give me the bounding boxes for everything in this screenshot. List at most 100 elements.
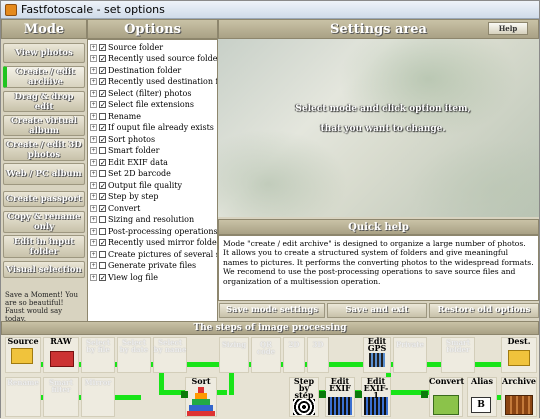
option-item[interactable]: + ✓ View log file (90, 272, 158, 282)
option-checkbox[interactable]: ✓ (99, 89, 106, 97)
expand-icon[interactable]: + (90, 89, 97, 97)
option-item[interactable]: + Rename (90, 111, 141, 121)
option-checkbox[interactable]: ✓ (99, 43, 106, 51)
mode-button-0[interactable]: View photos (3, 43, 85, 63)
option-checkbox[interactable]: ✓ (99, 101, 106, 109)
option-item[interactable]: + Smart folder (90, 146, 159, 156)
option-item[interactable]: + ✓ Destination folder (90, 65, 181, 75)
expand-icon[interactable]: + (90, 216, 97, 223)
expand-icon[interactable]: + (90, 101, 97, 108)
expand-icon[interactable]: + (90, 66, 97, 74)
option-label: Convert (108, 203, 141, 213)
mode-button-2[interactable]: Drag & drop edit (3, 91, 85, 112)
archive-shelf-icon (505, 395, 533, 415)
option-item[interactable]: + Generate private files (90, 261, 196, 271)
option-checkbox[interactable] (99, 147, 106, 154)
step-sizing-label: Sizing (221, 340, 247, 349)
expand-icon[interactable]: + (90, 170, 97, 177)
expand-icon[interactable]: + (90, 55, 97, 62)
option-label: If ouput file already exists (108, 123, 214, 132)
expand-icon[interactable]: + (90, 239, 97, 246)
settings-area: Select mode and click option item, that … (218, 39, 539, 217)
expand-icon[interactable]: + (90, 227, 97, 235)
option-item[interactable]: + ✓ If ouput file already exists (90, 123, 214, 133)
option-checkbox[interactable]: ✓ (99, 193, 106, 201)
option-checkbox[interactable] (99, 216, 106, 223)
option-checkbox[interactable] (99, 250, 106, 258)
option-label: View log file (108, 272, 158, 282)
expand-icon[interactable]: + (90, 181, 97, 189)
option-item[interactable]: + ✓ Select (filter) photos (90, 88, 191, 98)
option-checkbox[interactable] (99, 227, 106, 235)
option-checkbox[interactable]: ✓ (99, 55, 106, 63)
option-item[interactable]: + ✓ Source folder (90, 42, 163, 52)
option-item[interactable]: + ✓ Convert (90, 203, 140, 213)
expand-icon[interactable]: + (90, 124, 97, 131)
expand-icon[interactable]: + (90, 158, 97, 166)
step-3d-label: 3D (312, 340, 324, 349)
mode-button-7[interactable]: Copy & rename only (3, 211, 85, 233)
expand-icon[interactable]: + (90, 273, 97, 281)
option-item[interactable]: + ✓ Sort photos (90, 134, 155, 144)
mode-button-5[interactable]: Web / PC album (3, 163, 85, 185)
option-checkbox[interactable]: ✓ (99, 135, 106, 143)
mode-button-3[interactable]: Create virtual album (3, 115, 85, 136)
option-checkbox[interactable]: ✓ (99, 273, 106, 281)
mode-button-1[interactable]: Create / edit archive (3, 66, 85, 88)
option-item[interactable]: + Set 2D barcode (90, 169, 171, 179)
option-item[interactable]: + ✓ Edit EXIF data (90, 157, 168, 167)
step-smart-filter-label: Smart filter (49, 378, 73, 394)
option-checkbox[interactable]: ✓ (99, 124, 106, 132)
option-checkbox[interactable] (99, 170, 106, 177)
mode-button-6[interactable]: Create passport (3, 191, 85, 207)
option-label: Set 2D barcode (108, 169, 171, 178)
expand-icon[interactable]: + (90, 147, 97, 154)
option-item[interactable]: +✓Recently used destination folde (90, 77, 217, 87)
mode-button-8[interactable]: Edit in input folder (3, 235, 85, 258)
flow-node (181, 391, 188, 398)
restore-old-options-button[interactable]: Restore old options (429, 303, 539, 318)
mode-button-4[interactable]: Create / edit 3D photos (3, 138, 85, 161)
expand-icon[interactable]: + (90, 250, 97, 258)
flow-node (355, 391, 362, 398)
mode-note: Save a Moment! You are so beautiful! Fau… (5, 291, 78, 323)
option-label: Output file quality (108, 180, 183, 190)
option-checkbox[interactable]: ✓ (99, 158, 106, 166)
option-checkbox[interactable]: ✓ (99, 78, 106, 86)
help-button[interactable]: Help (488, 22, 528, 35)
option-item[interactable]: + ✓ Select file extensions (90, 100, 194, 110)
step-2d-label: 2D (288, 340, 300, 349)
step-source-label: Source (7, 336, 39, 346)
option-item[interactable]: + Create pictures of several size (90, 249, 217, 259)
option-checkbox[interactable] (99, 262, 106, 269)
option-checkbox[interactable]: ✓ (99, 181, 106, 189)
mode-list: View photos Create / edit archive Drag & d… (1, 39, 87, 324)
expand-icon[interactable]: + (90, 135, 97, 143)
option-item[interactable]: + ✓ Output file quality (90, 180, 182, 190)
expand-icon[interactable]: + (90, 193, 97, 200)
expand-icon[interactable]: + (90, 204, 97, 212)
option-checkbox[interactable]: ✓ (99, 204, 106, 212)
option-item[interactable]: + Sizing and resolution (90, 215, 194, 225)
option-item[interactable]: + Post-processing operations (90, 226, 217, 236)
options-header: Options (87, 19, 218, 39)
app-window: Fastfotoscale - set options Mode Options… (0, 0, 540, 419)
step-sort-label: Sort (191, 376, 211, 386)
option-label: Sort photos (108, 134, 156, 144)
expand-icon[interactable]: + (90, 43, 97, 51)
expand-icon[interactable]: + (90, 78, 97, 85)
mode-button-9[interactable]: Visual selection (3, 261, 85, 278)
option-item[interactable]: + ✓ Recently used source folders (90, 54, 217, 64)
step-archive-label: Archive (502, 376, 536, 386)
processing-steps-panel: Source RAW Select by file Select by date… (1, 335, 539, 419)
save-and-exit-button[interactable]: Save and exit (327, 303, 427, 318)
expand-icon[interactable]: + (90, 112, 97, 120)
option-checkbox[interactable]: ✓ (99, 239, 106, 247)
option-checkbox[interactable] (99, 112, 106, 120)
expand-icon[interactable]: + (90, 262, 97, 269)
option-checkbox[interactable]: ✓ (99, 66, 106, 74)
option-item[interactable]: + ✓ Recently used mirror folders (90, 238, 217, 248)
option-item[interactable]: + ✓ Step by step (90, 192, 158, 202)
step-private-label: Private (396, 340, 424, 349)
save-mode-settings-button[interactable]: Save mode settings (219, 303, 325, 318)
